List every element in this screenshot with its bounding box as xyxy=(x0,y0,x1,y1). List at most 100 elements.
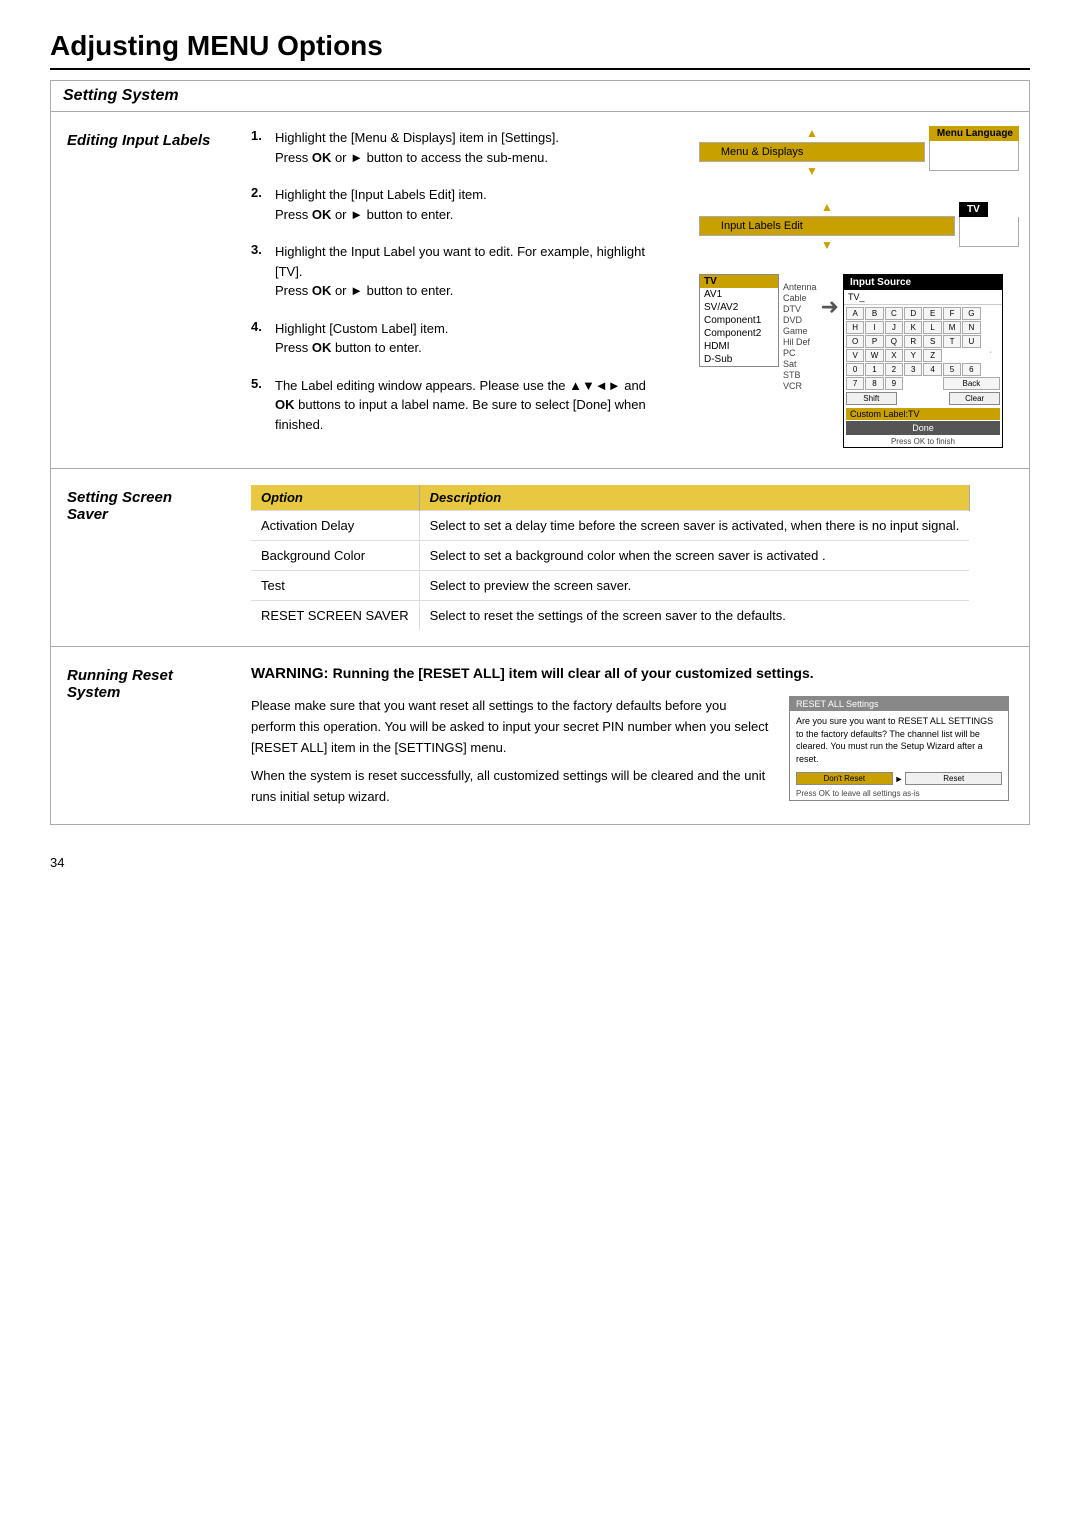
key-3: 3 xyxy=(904,363,922,376)
page-number: 34 xyxy=(50,855,1030,870)
ant-label-game: Game xyxy=(783,326,817,336)
key-s: S xyxy=(923,335,941,348)
reset-text-col: Please make sure that you want reset all… xyxy=(251,696,769,808)
ant-label-cable: Cable xyxy=(783,293,817,303)
done-button: Done xyxy=(846,421,1000,435)
reset-dialog-body: Are you sure you want to RESET ALL SETTI… xyxy=(790,711,1008,769)
col-option: Option xyxy=(251,485,419,511)
diagram-1: ▲ ◄ Menu & Displays ► ▼ xyxy=(699,126,1019,178)
diagram-2: ▲ ◄ Input Labels Edit ► ▼ xyxy=(699,200,1019,252)
key-n: N xyxy=(962,321,980,334)
step-3: 3. Highlight the Input Label you want to… xyxy=(251,242,669,301)
table-row: Activation Delay Select to set a delay t… xyxy=(251,511,969,541)
key-4: 4 xyxy=(923,363,941,376)
menu-displays-label: Menu & Displays xyxy=(717,145,907,159)
key-9: 9 xyxy=(885,377,903,390)
screen-saver-table: Option Description Activation Delay Sele… xyxy=(251,485,970,630)
input-hdmi: HDMI xyxy=(700,340,778,353)
key-a: A xyxy=(846,307,864,320)
step-5-num: 5. xyxy=(251,376,269,391)
reset-button[interactable]: Reset xyxy=(905,772,1002,785)
key-6: 6 xyxy=(962,363,980,376)
key-p: P xyxy=(865,335,883,348)
input-source-title: Input Source xyxy=(844,275,1002,290)
step-1: 1. Highlight the [Menu & Displays] item … xyxy=(251,128,669,167)
press-ok-finish-label: Press OK to finish xyxy=(844,436,1002,447)
desc-reset-screen-saver: Select to reset the settings of the scre… xyxy=(419,601,969,631)
key-r: R xyxy=(904,335,922,348)
option-background-color: Background Color xyxy=(251,541,419,571)
reset-para-1: Please make sure that you want reset all… xyxy=(251,696,769,758)
key-b: B xyxy=(865,307,883,320)
input-labels-edit-label: Input Labels Edit xyxy=(717,219,937,233)
step-2-num: 2. xyxy=(251,185,269,200)
key-c: C xyxy=(885,307,903,320)
input-tv: TV xyxy=(700,275,778,288)
running-reset-label: Running Reset System xyxy=(51,647,231,824)
key-z: Z xyxy=(923,349,941,362)
key-7: 7 xyxy=(846,377,864,390)
key-g: G xyxy=(962,307,980,320)
right-arrow-icon-2: ► xyxy=(939,220,950,232)
option-activation-delay: Activation Delay xyxy=(251,511,419,541)
key-d: D xyxy=(904,307,922,320)
warning-text: Running the [RESET ALL] item will clear … xyxy=(333,665,814,681)
key-o: O xyxy=(846,335,864,348)
clear-button: Clear xyxy=(949,392,1000,405)
dont-reset-button[interactable]: Don't Reset xyxy=(796,772,893,785)
key-u: U xyxy=(962,335,980,348)
warning-word: WARNING: xyxy=(251,665,333,682)
option-reset-screen-saver: RESET SCREEN SAVER xyxy=(251,601,419,631)
key-dot: · xyxy=(982,349,1000,362)
key-j: J xyxy=(885,321,903,334)
key-1: 1 xyxy=(865,363,883,376)
ant-label-dtv: DTV xyxy=(783,304,817,314)
input-labels-edit-box: ◄ Input Labels Edit ► xyxy=(699,216,955,236)
custom-label-row: Custom Label:TV xyxy=(846,408,1000,420)
reset-dialog-buttons: Don't Reset ► Reset xyxy=(790,769,1008,788)
running-reset-system-section: Running Reset System WARNING: Running th… xyxy=(51,647,1029,824)
tv-header-label: TV xyxy=(959,202,988,217)
key-5: 5 xyxy=(943,363,961,376)
step-1-text: Highlight the [Menu & Displays] item in … xyxy=(275,128,559,167)
key-h: H xyxy=(846,321,864,334)
setting-screen-saver-section: Setting Screen Saver Option Description … xyxy=(51,469,1029,647)
table-row: RESET SCREEN SAVER Select to reset the s… xyxy=(251,601,969,631)
setting-system-section: Setting System Editing Input Labels 1. H… xyxy=(50,80,1030,825)
reset-dialog: RESET ALL Settings Are you sure you want… xyxy=(789,696,1009,801)
step-5: 5. The Label editing window appears. Ple… xyxy=(251,376,669,435)
key-v: V xyxy=(846,349,864,362)
editing-steps-col: 1. Highlight the [Menu & Displays] item … xyxy=(231,112,689,468)
key-i: I xyxy=(865,321,883,334)
key-8: 8 xyxy=(865,377,883,390)
key-q: Q xyxy=(885,335,903,348)
step-2-text: Highlight the [Input Labels Edit] item.P… xyxy=(275,185,487,224)
input-source-panel: Input Source TV_ A B C D E F G xyxy=(843,274,1003,448)
key-2: 2 xyxy=(885,363,903,376)
table-row: Background Color Select to set a backgro… xyxy=(251,541,969,571)
ant-label-vcr: VCR xyxy=(783,381,817,391)
menu-displays-box: ◄ Menu & Displays ► xyxy=(699,142,925,162)
reset-dialog-header: RESET ALL Settings xyxy=(790,697,1008,711)
ant-label-stb: STB xyxy=(783,370,817,380)
step-2: 2. Highlight the [Input Labels Edit] ite… xyxy=(251,185,669,224)
reset-dialog-col: RESET ALL Settings Are you sure you want… xyxy=(789,696,1009,808)
diagram-3: TV AV1 SV/AV2 Component1 Component2 HDMI… xyxy=(699,274,1019,448)
input-av1: AV1 xyxy=(700,288,778,301)
key-k: K xyxy=(904,321,922,334)
tv-input-display: TV_ xyxy=(844,290,1002,305)
page-title: Adjusting MENU Options xyxy=(50,30,1030,70)
editing-input-labels-label: Editing Input Labels xyxy=(51,112,231,468)
menu-language-header: Menu Language xyxy=(929,126,1019,141)
editing-input-labels-section: Editing Input Labels 1. Highlight the [M… xyxy=(51,112,1029,469)
key-w: W xyxy=(865,349,883,362)
key-back: Back xyxy=(943,377,1000,390)
menu-displays-row: ◄ Menu & Displays ► xyxy=(700,143,924,161)
step-4-text: Highlight [Custom Label] item.Press OK b… xyxy=(275,319,448,358)
key-y: Y xyxy=(904,349,922,362)
key-t: T xyxy=(943,335,961,348)
ant-label-hidef: Hil Def xyxy=(783,337,817,347)
ant-label-sat: Sat xyxy=(783,359,817,369)
desc-activation-delay: Select to set a delay time before the sc… xyxy=(419,511,969,541)
step-3-num: 3. xyxy=(251,242,269,257)
